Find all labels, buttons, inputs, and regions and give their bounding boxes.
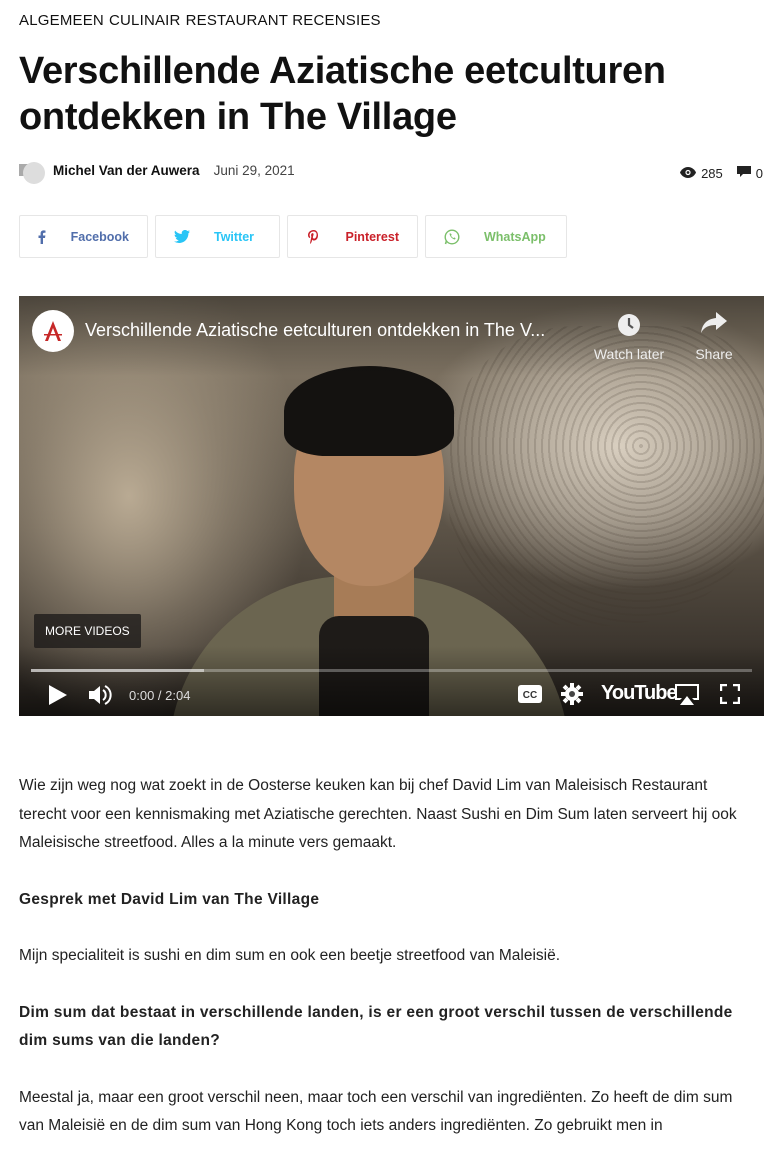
- channel-logo-icon[interactable]: [32, 310, 74, 352]
- youtube-logo[interactable]: YouTube: [601, 682, 678, 705]
- more-videos-button[interactable]: MORE VIDEOS: [34, 614, 141, 648]
- watch-later-button[interactable]: Watch later: [589, 312, 669, 362]
- volume-icon[interactable]: [89, 684, 113, 706]
- video-progress-bar[interactable]: [31, 669, 752, 672]
- share-twitter-label: Twitter: [214, 229, 255, 244]
- article-paragraph: Meestal ja, maar een groot verschil neen…: [19, 1088, 733, 1135]
- whatsapp-icon: [442, 228, 462, 245]
- svg-text:CC: CC: [523, 690, 537, 701]
- article-subheading: Gesprek met David Lim van The Village: [19, 890, 320, 908]
- clock-icon: [589, 312, 669, 340]
- settings-gear-icon[interactable]: [561, 683, 583, 705]
- comment-count[interactable]: 0: [736, 166, 763, 181]
- watch-later-label: Watch later: [593, 346, 665, 362]
- view-count-value: 285: [701, 166, 723, 181]
- share-bar: Facebook Twitter Pinterest WhatsApp: [19, 215, 567, 258]
- author-avatar[interactable]: [19, 160, 47, 184]
- article-paragraph: Wie zijn weg nog wat zoekt in de Oosters…: [19, 777, 737, 851]
- article-paragraph: Mijn specialiteit is sushi en dim sum en…: [19, 947, 561, 964]
- category-link-culinair[interactable]: CULINAIR: [109, 12, 181, 29]
- facebook-icon: [36, 229, 49, 244]
- page: ALGEMEEN CULINAIR RESTAURANT RECENSIES V…: [0, 0, 768, 1150]
- publish-date: Juni 29, 2021: [213, 162, 295, 178]
- share-arrow-icon: [674, 312, 754, 340]
- fullscreen-icon[interactable]: [719, 683, 741, 705]
- share-whatsapp-button[interactable]: WhatsApp: [425, 215, 567, 258]
- video-time: 0:00 / 2:04: [129, 688, 191, 703]
- share-pinterest-label: Pinterest: [345, 229, 400, 244]
- share-twitter-button[interactable]: Twitter: [155, 215, 280, 258]
- eye-icon: [680, 166, 697, 181]
- category-link-algemeen[interactable]: ALGEMEEN: [19, 12, 104, 29]
- share-pinterest-button[interactable]: Pinterest: [287, 215, 418, 258]
- category-link-restaurant-recensies[interactable]: RESTAURANT RECENSIES: [186, 12, 381, 29]
- twitter-icon: [172, 230, 192, 243]
- airplay-icon[interactable]: [674, 683, 700, 707]
- share-facebook-label: Facebook: [70, 229, 129, 244]
- comment-count-value: 0: [755, 166, 763, 181]
- play-icon[interactable]: [47, 684, 69, 706]
- article-body: Wie zijn weg nog wat zoekt in de Oosters…: [19, 772, 754, 1150]
- article-stats: 285 0: [680, 166, 763, 181]
- article-title: Verschillende Aziatische eetculturen ont…: [19, 50, 666, 138]
- video-buffered-bar: [31, 669, 205, 672]
- video-player[interactable]: Verschillende Aziatische eetculturen ont…: [19, 296, 764, 716]
- author-link[interactable]: Michel Van der Auwera: [53, 163, 200, 178]
- video-share-label: Share: [695, 346, 733, 362]
- view-count: 285: [680, 166, 723, 181]
- article-subheading: Dim sum dat bestaat in verschillende lan…: [19, 1003, 733, 1050]
- video-share-button[interactable]: Share: [674, 312, 754, 362]
- comment-icon: [736, 166, 751, 181]
- article-byline: Michel Van der Auwera Juni 29, 2021: [19, 160, 295, 184]
- category-list: ALGEMEEN CULINAIR RESTAURANT RECENSIES: [19, 12, 381, 29]
- share-facebook-button[interactable]: Facebook: [19, 215, 148, 258]
- share-whatsapp-label: WhatsApp: [484, 229, 546, 244]
- video-title-link[interactable]: Verschillende Aziatische eetculturen ont…: [85, 320, 585, 341]
- captions-icon[interactable]: CC: [518, 684, 542, 704]
- pinterest-icon: [304, 229, 324, 244]
